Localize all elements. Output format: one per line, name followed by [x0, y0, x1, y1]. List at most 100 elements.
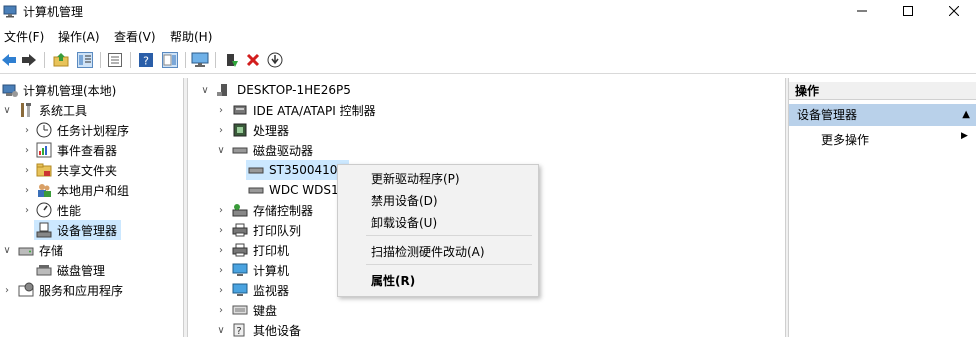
chevron-right-icon[interactable]: › — [214, 125, 228, 136]
disk-drive-icon — [248, 182, 264, 198]
chevron-right-icon[interactable]: › — [214, 305, 228, 316]
menu-separator — [366, 235, 532, 236]
tree-item-services-apps[interactable]: › 服务和应用程序 — [0, 280, 123, 300]
tree-item-computers[interactable]: › 计算机 — [214, 260, 289, 280]
event-viewer-icon — [36, 142, 52, 158]
help-button[interactable]: ? — [137, 51, 155, 69]
chevron-right-icon[interactable]: › — [214, 245, 228, 256]
tree-item-root[interactable]: 计算机管理(本地) — [0, 80, 116, 100]
chevron-down-icon[interactable]: ∨ — [214, 325, 228, 336]
chevron-down-icon[interactable]: ∨ — [214, 145, 228, 156]
menu-separator — [366, 264, 532, 265]
tree-item-printers[interactable]: › 打印机 — [214, 240, 289, 260]
chevron-down-icon[interactable]: ∨ — [0, 245, 14, 256]
chevron-right-icon[interactable]: › — [20, 145, 34, 156]
computer-management-icon — [2, 82, 18, 98]
tree-item-keyboards[interactable]: › 键盘 — [214, 300, 277, 320]
uninstall-button[interactable] — [244, 51, 262, 69]
menu-item-disable-device[interactable]: 禁用设备(D) — [371, 192, 438, 209]
tree-item-disk1[interactable]: ST3500410S — [246, 160, 350, 180]
menu-action[interactable]: 操作(A) — [58, 28, 100, 45]
tree-label: 键盘 — [253, 303, 278, 318]
monitor-icon — [232, 262, 248, 278]
monitor-icon — [232, 282, 248, 298]
actions-section-device-manager[interactable]: 设备管理器 ▲ — [789, 104, 976, 126]
chevron-right-icon[interactable]: › — [214, 205, 228, 216]
actions-header: 操作 — [789, 82, 976, 100]
tree-label: 本地用户和组 — [57, 183, 130, 198]
tree-label: 任务计划程序 — [57, 123, 130, 138]
chevron-right-icon[interactable]: › — [20, 125, 34, 136]
tree-item-disk2[interactable]: WDC WDS1 — [246, 180, 339, 200]
properties-button[interactable] — [106, 51, 124, 69]
menu-view[interactable]: 查看(V) — [114, 28, 156, 45]
tree-item-task-scheduler[interactable]: › 任务计划程序 — [20, 120, 129, 140]
tree-label: 服务和应用程序 — [39, 283, 124, 298]
scan-monitor-button[interactable] — [191, 51, 209, 69]
menu-help[interactable]: 帮助(H) — [170, 28, 212, 45]
forward-button[interactable] — [20, 51, 38, 69]
printer-icon — [232, 242, 248, 258]
back-button[interactable] — [0, 51, 18, 69]
update-driver-button[interactable] — [222, 51, 240, 69]
tree-label: 打印机 — [253, 243, 290, 258]
tree-label: 存储控制器 — [253, 203, 314, 218]
show-hide-tree-icon — [77, 52, 93, 68]
menu-file[interactable]: 文件(F) — [4, 28, 44, 45]
tree-item-disk-drives[interactable]: ∨ 磁盘驱动器 — [214, 140, 313, 160]
tree-item-local-users[interactable]: › 本地用户和组 — [20, 180, 129, 200]
properties-icon — [108, 53, 122, 67]
tree-item-performance[interactable]: › 性能 — [20, 200, 81, 220]
minimize-icon — [857, 10, 867, 12]
chevron-right-icon[interactable]: › — [0, 285, 14, 296]
tree-item-storage-controllers[interactable]: › 存储控制器 — [214, 200, 313, 220]
chevron-right-icon[interactable]: › — [214, 265, 228, 276]
chevron-right-icon[interactable]: › — [214, 285, 228, 296]
tree-item-other-devices[interactable]: ∨ ? 其他设备 — [214, 320, 301, 340]
tree-label: 计算机管理(本地) — [23, 83, 117, 98]
tree-item-monitors[interactable]: › 监视器 — [214, 280, 289, 300]
tree-item-event-viewer[interactable]: › 事件查看器 — [20, 140, 117, 160]
tree-item-processors[interactable]: › 处理器 — [214, 120, 289, 140]
more-actions-item[interactable]: 更多操作 ▶ — [821, 131, 971, 148]
chevron-down-icon[interactable]: ∨ — [0, 105, 14, 116]
tree-item-computer[interactable]: ∨ DESKTOP-1HE26P5 — [198, 80, 351, 100]
show-action-pane-button[interactable] — [161, 51, 179, 69]
tree-label: ST3500410S — [269, 163, 346, 177]
forward-icon — [22, 54, 36, 66]
chevron-right-icon[interactable]: › — [20, 205, 34, 216]
tree-item-shared-folders[interactable]: › 共享文件夹 — [20, 160, 117, 180]
menu-item-scan-hardware[interactable]: 扫描检测硬件改动(A) — [371, 243, 485, 260]
printer-icon — [232, 222, 248, 238]
menu-item-properties[interactable]: 属性(R) — [371, 272, 415, 289]
tree-item-ide[interactable]: › IDE ATA/ATAPI 控制器 — [214, 100, 376, 120]
collapse-up-icon[interactable]: ▲ — [962, 104, 970, 126]
menu-item-update-driver[interactable]: 更新驱动程序(P) — [371, 170, 460, 187]
tree-item-device-manager[interactable]: 设备管理器 — [34, 220, 122, 240]
tree-label: 系统工具 — [39, 103, 88, 118]
update-driver-icon — [227, 54, 238, 67]
menu-bar: 文件(F) 操作(A) 查看(V) 帮助(H) — [0, 26, 976, 46]
close-button[interactable] — [931, 0, 976, 22]
menu-item-uninstall-device[interactable]: 卸载设备(U) — [371, 214, 437, 231]
chevron-right-icon[interactable]: › — [214, 105, 228, 116]
clock-icon — [36, 122, 52, 138]
download-button[interactable] — [266, 51, 284, 69]
minimize-button[interactable] — [839, 0, 885, 22]
chevron-right-icon[interactable]: › — [214, 225, 228, 236]
storage-controller-icon — [232, 202, 248, 218]
maximize-button[interactable] — [885, 0, 931, 22]
tree-item-disk-management[interactable]: 磁盘管理 — [34, 260, 105, 280]
uninstall-icon — [246, 53, 260, 67]
chevron-down-icon[interactable]: ∨ — [198, 85, 212, 96]
title-bar: 计算机管理 — [0, 0, 976, 24]
show-hide-tree-button[interactable] — [76, 51, 94, 69]
chevron-right-icon[interactable]: › — [20, 165, 34, 176]
tree-item-system-tools[interactable]: ∨ 系统工具 — [0, 100, 87, 120]
device-manager-icon — [36, 222, 52, 238]
up-button[interactable] — [52, 51, 70, 69]
tree-item-storage[interactable]: ∨ 存储 — [0, 240, 63, 260]
services-icon — [18, 282, 34, 298]
tree-item-print-queues[interactable]: › 打印队列 — [214, 220, 301, 240]
chevron-right-icon[interactable]: › — [20, 185, 34, 196]
